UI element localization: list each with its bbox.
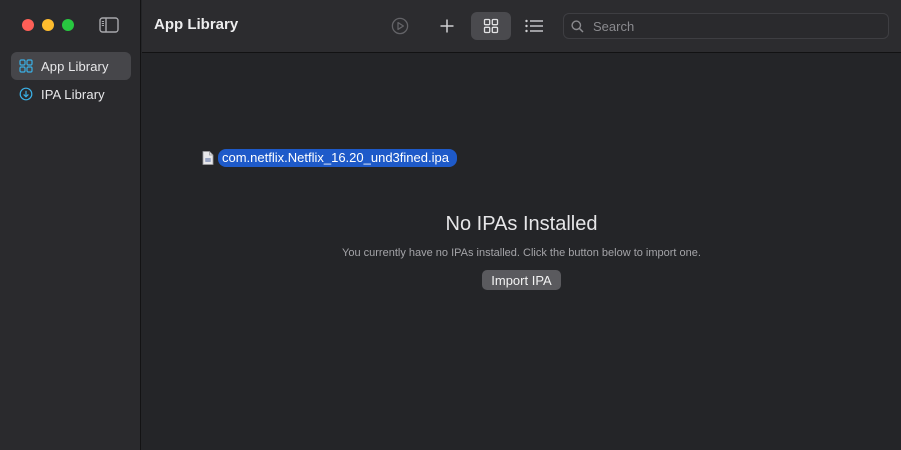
search-input[interactable] <box>591 17 875 35</box>
sidebar: App Library IPA Library <box>0 0 141 450</box>
minimize-window-button[interactable] <box>42 19 54 31</box>
dragged-file-name: com.netflix.Netflix_16.20_und3fined.ipa <box>218 149 457 167</box>
play-button[interactable] <box>388 12 412 40</box>
sidebar-toggle-icon[interactable] <box>99 17 119 33</box>
document-icon <box>202 151 214 165</box>
grid-view-icon <box>483 18 499 34</box>
dragged-file[interactable]: com.netflix.Netflix_16.20_und3fined.ipa <box>202 149 457 167</box>
app-grid-icon <box>19 59 33 73</box>
play-icon <box>391 17 409 35</box>
empty-state-description: You currently have no IPAs installed. Cl… <box>342 247 701 259</box>
sidebar-item-label: IPA Library <box>41 86 105 102</box>
sidebar-item-app-library[interactable]: App Library <box>11 52 131 80</box>
page-title: App Library <box>154 16 239 33</box>
import-ipa-button[interactable]: Import IPA <box>482 270 561 290</box>
sidebar-item-ipa-library[interactable]: IPA Library <box>11 80 131 108</box>
add-button[interactable] <box>434 12 460 40</box>
list-view-button[interactable] <box>520 12 548 40</box>
search-field[interactable] <box>563 13 889 39</box>
main-content: com.netflix.Netflix_16.20_und3fined.ipa … <box>142 53 901 450</box>
grid-view-button[interactable] <box>471 12 511 40</box>
sidebar-item-label: App Library <box>41 58 109 74</box>
empty-state-title: No IPAs Installed <box>445 213 598 235</box>
list-view-icon <box>525 19 543 33</box>
download-circle-icon <box>19 87 33 101</box>
plus-icon <box>440 19 454 33</box>
zoom-window-button[interactable] <box>62 19 74 31</box>
app-window: App Library IPA Library App Library Sear… <box>0 0 901 450</box>
search-icon <box>571 19 584 33</box>
close-window-button[interactable] <box>22 19 34 31</box>
toolbar: App Library <box>142 0 901 53</box>
